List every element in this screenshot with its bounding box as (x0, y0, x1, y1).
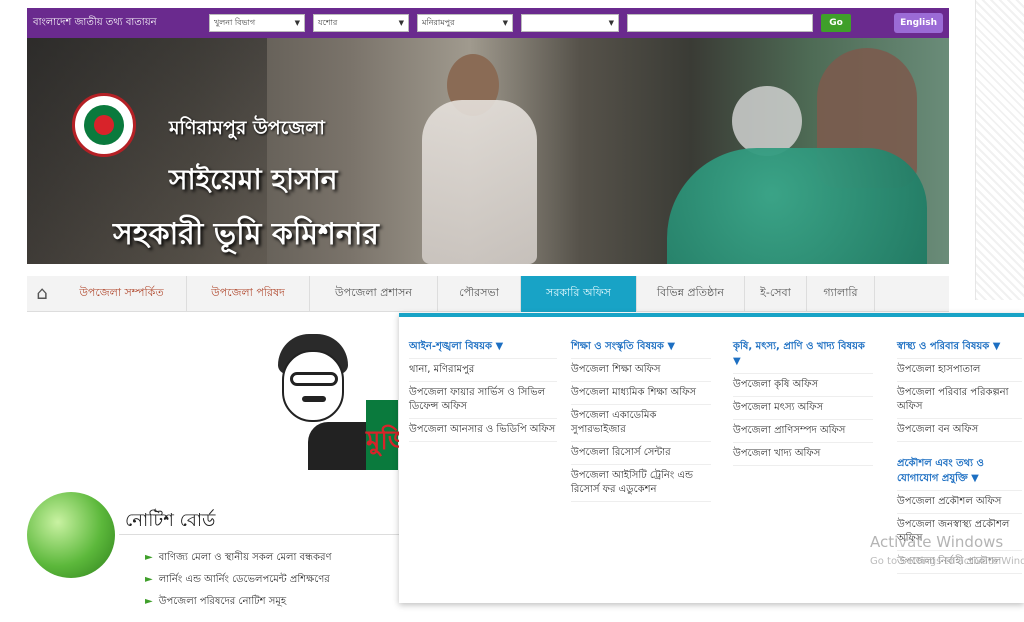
banner-officer-name: সাইয়েমা হাসান (169, 163, 338, 196)
page: বাংলাদেশ জাতীয় তথ্য বাতায়ন খুলনা বিভাগ… (0, 0, 1024, 622)
nav-upazila-council[interactable]: উপজেলা পরিষদ (187, 275, 310, 312)
government-emblem-logo[interactable] (72, 93, 136, 157)
portrait-mustache (302, 396, 326, 402)
menu-link[interactable]: থানা, মণিরামপুর (409, 359, 557, 382)
chevron-down-icon: ▼ (294, 19, 300, 27)
go-button[interactable]: Go (821, 14, 851, 32)
menu-column-heading[interactable]: স্বাস্থ্য ও পরিবার বিষয়ক ▼ (897, 339, 1022, 359)
menu-link[interactable]: উপজেলা কৃষি অফিস (733, 374, 873, 397)
nav-e-service[interactable]: ই-সেবা (745, 275, 807, 312)
menu-column-heading[interactable]: প্রকৌশল এবং তথ্য ও যোগাযোগ প্রযুক্তি ▼ (897, 456, 1022, 491)
chevron-down-icon: ▼ (608, 19, 614, 27)
divider (119, 534, 399, 535)
menu-column-heading[interactable]: আইন-শৃঙ্খলা বিষয়ক ▼ (409, 339, 557, 359)
top-bar: বাংলাদেশ জাতীয় তথ্য বাতায়ন খুলনা বিভাগ… (27, 8, 949, 38)
activate-windows-watermark: Activate Windows (870, 533, 1004, 551)
menu-link[interactable]: উপজেলা বন অফিস (897, 419, 1022, 442)
notice-board: নোটিশ বোর্ড ► বাণিজ্য মেলা ও স্থানীয় সকল… (27, 490, 399, 607)
banner-photo-figure (732, 86, 802, 156)
portrait-glasses (290, 372, 338, 386)
nav-upazila-about[interactable]: উপজেলা সম্পর্কিত (57, 275, 187, 312)
menu-link[interactable]: উপজেলা প্রকৌশল অফিস (897, 491, 1022, 514)
notice-item-text: উপজেলা পরিষদের নোটিশ সমূহ (158, 596, 287, 607)
upazila-select-value: মনিরামপুর (422, 17, 455, 27)
nav-institutions[interactable]: বিভিন্ন প্রতিষ্ঠান (637, 275, 745, 312)
menu-link[interactable]: উপজেলা খাদ্য অফিস (733, 443, 873, 466)
banner-upazila-name: মণিরামপুর উপজেলা (169, 117, 325, 139)
notice-item-text: লার্নিং এন্ড আর্নিং ডেভেলপমেন্ট প্রশিক্ষ… (158, 574, 330, 585)
arrow-right-icon: ► (145, 552, 153, 563)
nav-upazila-administration[interactable]: উপজেলা প্রশাসন (310, 275, 438, 312)
portrait-face (282, 350, 344, 422)
home-icon[interactable]: ⌂ (27, 276, 57, 312)
notice-board-title: নোটিশ বোর্ড (125, 510, 216, 531)
menu-column-heading[interactable]: কৃষি, মৎস্য, প্রাণি ও খাদ্য বিষয়ক ▼ (733, 339, 873, 374)
chevron-down-icon: ▼ (502, 19, 508, 27)
emblem-inner (84, 105, 124, 145)
banner-officer-role: সহকারী ভূমি কমিশনার (113, 217, 379, 252)
menu-link[interactable]: উপজেলা শিক্ষা অফিস (571, 359, 711, 382)
menu-link[interactable]: উপজেলা মাধ্যমিক শিক্ষা অফিস (571, 382, 711, 405)
header-banner: মণিরামপুর উপজেলা সাইয়েমা হাসান সহকারী ভ… (27, 38, 949, 264)
menu-column-heading[interactable]: শিক্ষা ও সংস্কৃতি বিষয়ক ▼ (571, 339, 711, 359)
district-select-value: যশোর (318, 17, 338, 27)
arrow-right-icon: ► (145, 574, 153, 585)
nav-government-offices[interactable]: সরকারি অফিস (521, 275, 637, 312)
globe-icon (27, 492, 115, 578)
activate-windows-subtext: Go to Settings to activate Windows. (870, 556, 1024, 567)
menu-link[interactable]: উপজেলা একাডেমিক সুপারভাইজার (571, 405, 711, 442)
menu-link[interactable]: উপজেলা আইসিটি ট্রেনিং এন্ড রিসোর্স ফর এড… (571, 465, 711, 502)
menu-link[interactable]: উপজেলা আনসার ও ভিডিপি অফিস (409, 419, 557, 442)
menu-link[interactable]: উপজেলা রিসোর্স সেন্টার (571, 442, 711, 465)
menu-link[interactable]: উপজেলা মৎস্য অফিস (733, 397, 873, 420)
union-select[interactable]: ▼ (521, 14, 619, 32)
search-input[interactable] (627, 14, 813, 32)
nav-gallery[interactable]: গ্যালারি (807, 275, 875, 312)
english-language-button[interactable]: English (894, 13, 943, 33)
side-pattern (975, 0, 1024, 300)
menu-link[interactable]: উপজেলা হাসপাতাল (897, 359, 1022, 382)
banner-photo-figure (667, 148, 927, 264)
emblem-sun (94, 115, 114, 135)
division-select[interactable]: খুলনা বিভাগ ▼ (209, 14, 305, 32)
notice-item[interactable]: ► বাণিজ্য মেলা ও স্থানীয় সকল মেলা বন্ধকর… (145, 550, 332, 567)
upazila-select[interactable]: মনিরামপুর ▼ (417, 14, 513, 32)
main-nav: ⌂ উপজেলা সম্পর্কিত উপজেলা পরিষদ উপজেলা প… (27, 275, 949, 312)
site-name-link[interactable]: বাংলাদেশ জাতীয় তথ্য বাতায়ন (33, 15, 201, 32)
notice-item-text: বাণিজ্য মেলা ও স্থানীয় সকল মেলা বন্ধকরণ (158, 552, 332, 563)
arrow-right-icon: ► (145, 596, 153, 607)
district-select[interactable]: যশোর ▼ (313, 14, 409, 32)
division-select-value: খুলনা বিভাগ (214, 17, 256, 27)
menu-column-education-culture: শিক্ষা ও সংস্কৃতি বিষয়ক ▼ উপজেলা শিক্ষা… (571, 339, 711, 502)
menu-link[interactable]: উপজেলা ফায়ার সার্ভিস ও সিভিল ডিফেন্স অফ… (409, 382, 557, 419)
menu-link[interactable]: উপজেলা প্রাণিসম্পদ অফিস (733, 420, 873, 443)
menu-column-agriculture: কৃষি, মৎস্য, প্রাণি ও খাদ্য বিষয়ক ▼ উপজ… (733, 339, 873, 466)
menu-link[interactable]: উপজেলা পরিবার পরিকল্পনা অফিস (897, 382, 1022, 419)
leader-portrait-image: মুজি (268, 330, 411, 470)
menu-column-law-order: আইন-শৃঙ্খলা বিষয়ক ▼ থানা, মণিরামপুর উপজ… (409, 339, 557, 442)
chevron-down-icon: ▼ (398, 19, 404, 27)
notice-item[interactable]: ► লার্নিং এন্ড আর্নিং ডেভেলপমেন্ট প্রশিক্… (145, 572, 330, 589)
banner-photo-figure (422, 100, 537, 264)
nav-municipality[interactable]: পৌরসভা (438, 275, 521, 312)
notice-item[interactable]: ► উপজেলা পরিষদের নোটিশ সমূহ (145, 594, 286, 611)
